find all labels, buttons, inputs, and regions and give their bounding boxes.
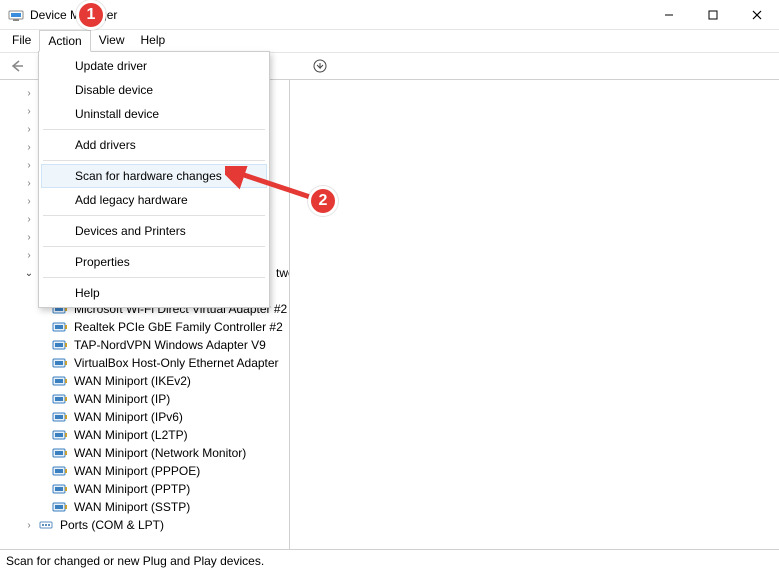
chevron-right-icon[interactable]: › (24, 160, 34, 170)
details-pane (290, 80, 779, 549)
ports-icon (38, 518, 54, 532)
device-label: WAN Miniport (IP) (72, 392, 172, 406)
tree-device[interactable]: ›WAN Miniport (SSTP) (6, 498, 289, 516)
tree-device[interactable]: ›TAP-NordVPN Windows Adapter V9 (6, 336, 289, 354)
titlebar: Device Manager (0, 0, 779, 30)
close-button[interactable] (735, 0, 779, 30)
tree-device[interactable]: ›VirtualBox Host-Only Ethernet Adapter (6, 354, 289, 372)
device-label: WAN Miniport (SSTP) (72, 500, 192, 514)
menu-separator (43, 277, 265, 278)
menu-devices-printers[interactable]: Devices and Printers (41, 219, 267, 243)
menu-separator (43, 160, 265, 161)
toolbar-button[interactable] (309, 55, 331, 77)
device-label: TAP-NordVPN Windows Adapter V9 (72, 338, 268, 352)
tree-device[interactable]: ›WAN Miniport (PPPOE) (6, 462, 289, 480)
menubar: File Action View Help (0, 30, 779, 52)
chevron-right-icon[interactable]: › (24, 250, 34, 260)
menu-view[interactable]: View (91, 30, 133, 52)
menu-file[interactable]: File (4, 30, 39, 52)
tree-device[interactable]: ›WAN Miniport (PPTP) (6, 480, 289, 498)
chevron-right-icon[interactable]: › (24, 106, 34, 116)
minimize-button[interactable] (647, 0, 691, 30)
device-label: WAN Miniport (L2TP) (72, 428, 190, 442)
menu-help[interactable]: Help (133, 30, 174, 52)
tree-device[interactable]: ›Realtek PCIe GbE Family Controller #2 (6, 318, 289, 336)
network-adapter-icon (52, 500, 68, 514)
menu-disable-device[interactable]: Disable device (41, 78, 267, 102)
menu-separator (43, 129, 265, 130)
network-adapter-icon (52, 392, 68, 406)
chevron-down-icon[interactable]: ⌄ (24, 268, 34, 278)
chevron-right-icon[interactable]: › (24, 520, 34, 530)
network-adapter-icon (52, 410, 68, 424)
device-label: Realtek PCIe GbE Family Controller #2 (72, 320, 285, 334)
category-label: twork) (274, 266, 290, 280)
tree-device[interactable]: ›WAN Miniport (IPv6) (6, 408, 289, 426)
menu-action[interactable]: Action (39, 30, 90, 52)
device-label: WAN Miniport (Network Monitor) (72, 446, 248, 460)
device-label: VirtualBox Host-Only Ethernet Adapter (72, 356, 281, 370)
network-adapter-icon (52, 464, 68, 478)
tree-device[interactable]: ›WAN Miniport (Network Monitor) (6, 444, 289, 462)
network-adapter-icon (52, 482, 68, 496)
chevron-right-icon[interactable]: › (24, 214, 34, 224)
maximize-button[interactable] (691, 0, 735, 30)
network-adapter-icon (52, 374, 68, 388)
device-manager-icon (8, 7, 24, 23)
network-adapter-icon (52, 356, 68, 370)
menu-update-driver[interactable]: Update driver (41, 54, 267, 78)
back-button[interactable] (6, 55, 28, 77)
chevron-right-icon[interactable]: › (24, 142, 34, 152)
statusbar: Scan for changed or new Plug and Play de… (0, 549, 779, 571)
menu-properties[interactable]: Properties (41, 250, 267, 274)
device-label: WAN Miniport (IPv6) (72, 410, 185, 424)
menu-separator (43, 246, 265, 247)
network-adapter-icon (52, 428, 68, 442)
network-adapter-icon (52, 338, 68, 352)
menu-help-item[interactable]: Help (41, 281, 267, 305)
category-label: Ports (COM & LPT) (58, 518, 166, 532)
device-label: WAN Miniport (PPPOE) (72, 464, 202, 478)
menu-uninstall-device[interactable]: Uninstall device (41, 102, 267, 126)
menu-add-drivers[interactable]: Add drivers (41, 133, 267, 157)
status-text: Scan for changed or new Plug and Play de… (6, 554, 264, 568)
tree-device[interactable]: ›WAN Miniport (L2TP) (6, 426, 289, 444)
tree-category-ports[interactable]: › Ports (COM & LPT) (6, 516, 289, 534)
tree-device[interactable]: ›WAN Miniport (IKEv2) (6, 372, 289, 390)
network-adapter-icon (52, 320, 68, 334)
tree-device[interactable]: ›WAN Miniport (IP) (6, 390, 289, 408)
chevron-right-icon[interactable]: › (24, 124, 34, 134)
chevron-right-icon[interactable]: › (24, 196, 34, 206)
annotation-badge-2: 2 (308, 186, 338, 216)
network-adapter-icon (52, 446, 68, 460)
chevron-right-icon[interactable]: › (24, 232, 34, 242)
chevron-right-icon[interactable]: › (24, 88, 34, 98)
annotation-badge-1: 1 (76, 0, 106, 30)
device-label: WAN Miniport (PPTP) (72, 482, 192, 496)
chevron-right-icon[interactable]: › (24, 178, 34, 188)
device-label: WAN Miniport (IKEv2) (72, 374, 193, 388)
